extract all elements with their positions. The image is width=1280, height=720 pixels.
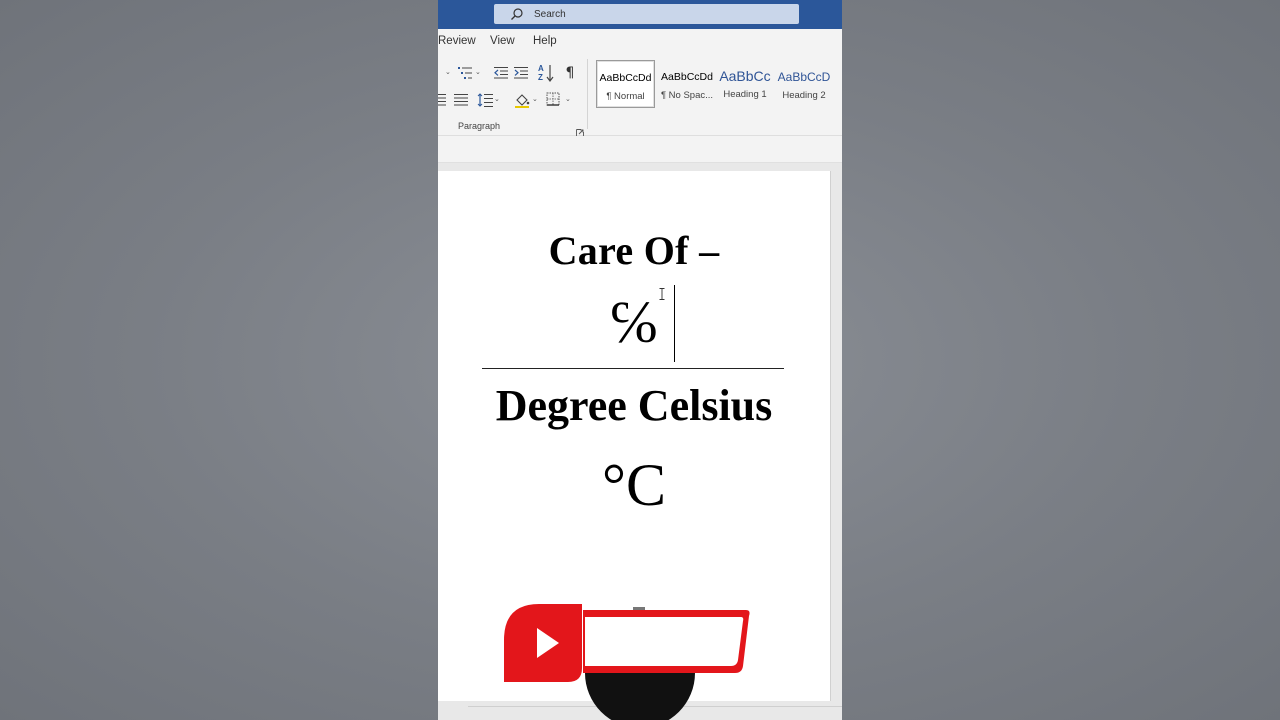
multilevel-list-icon[interactable]	[458, 65, 474, 81]
justify-icon[interactable]	[454, 93, 468, 107]
ribbon: ⌄ ⌄ AZ ¶ ⌄ ⌄ ⌄ Paragraph AaBbCcDd ¶ Norm…	[438, 53, 842, 137]
horizontal-rule	[482, 368, 784, 369]
style-name: ¶ Normal	[606, 91, 645, 102]
style-sample: AaBbCcDd	[599, 72, 652, 84]
style-sample: AaBbCcDd	[661, 71, 713, 83]
search-icon	[510, 7, 524, 21]
increase-indent-icon[interactable]	[514, 65, 528, 81]
show-formatting-marks-icon[interactable]: ¶	[563, 64, 577, 82]
chevron-down-icon[interactable]: ⌄	[475, 68, 481, 76]
tab-review[interactable]: Review	[438, 35, 476, 47]
svg-text:A: A	[538, 64, 544, 73]
doc-line-care-of: Care Of –	[548, 228, 720, 273]
tab-help[interactable]: Help	[533, 35, 557, 47]
subscribe-logo-icon	[503, 600, 753, 720]
tab-view[interactable]: View	[490, 35, 515, 47]
borders-icon[interactable]	[546, 92, 560, 106]
doc-line-degree-celsius: Degree Celsius	[495, 381, 773, 430]
paragraph-group-label: Paragraph	[458, 121, 501, 131]
decrease-indent-icon[interactable]	[494, 65, 508, 81]
chevron-down-icon[interactable]: ⌄	[445, 68, 451, 76]
style-name: Heading 1	[723, 89, 767, 100]
style-sample: AaBbCc	[719, 68, 771, 84]
sort-icon[interactable]: AZ	[537, 63, 555, 83]
style-heading-1[interactable]: AaBbCc Heading 1	[719, 60, 771, 106]
style-sample: AaBbCcD	[777, 70, 831, 84]
align-right-icon[interactable]	[438, 93, 446, 107]
group-separator	[587, 59, 588, 129]
search-placeholder: Search	[534, 8, 566, 20]
chevron-down-icon[interactable]: ⌄	[565, 95, 571, 103]
style-heading-2[interactable]: AaBbCcD Heading 2	[777, 60, 831, 106]
svg-text:Z: Z	[538, 73, 543, 82]
dialog-launcher-icon[interactable]	[576, 122, 584, 137]
chevron-down-icon[interactable]: ⌄	[532, 95, 538, 103]
search-box[interactable]: Search	[494, 4, 799, 24]
title-bar: Search	[438, 0, 842, 29]
ribbon-tabs: Review View Help	[438, 29, 842, 53]
line-spacing-icon[interactable]	[477, 92, 493, 108]
style-name: Heading 2	[782, 90, 826, 101]
style-no-spacing[interactable]: AaBbCcDd ¶ No Spac...	[657, 60, 717, 106]
text-cursor	[674, 285, 675, 362]
chevron-down-icon[interactable]: ⌄	[494, 95, 500, 103]
ruler-area	[438, 136, 842, 163]
doc-line-care-of-symbol: ℅	[608, 289, 659, 355]
style-normal[interactable]: AaBbCcDd ¶ Normal	[596, 60, 655, 108]
ibeam-cursor-icon	[659, 285, 665, 300]
word-window: Search Review View Help ⌄ ⌄ AZ ¶ ⌄ ⌄ ⌄ P…	[438, 0, 842, 720]
doc-line-degree-symbol: °C	[601, 452, 666, 518]
shading-icon[interactable]	[514, 92, 530, 108]
style-name: ¶ No Spac...	[660, 90, 714, 101]
